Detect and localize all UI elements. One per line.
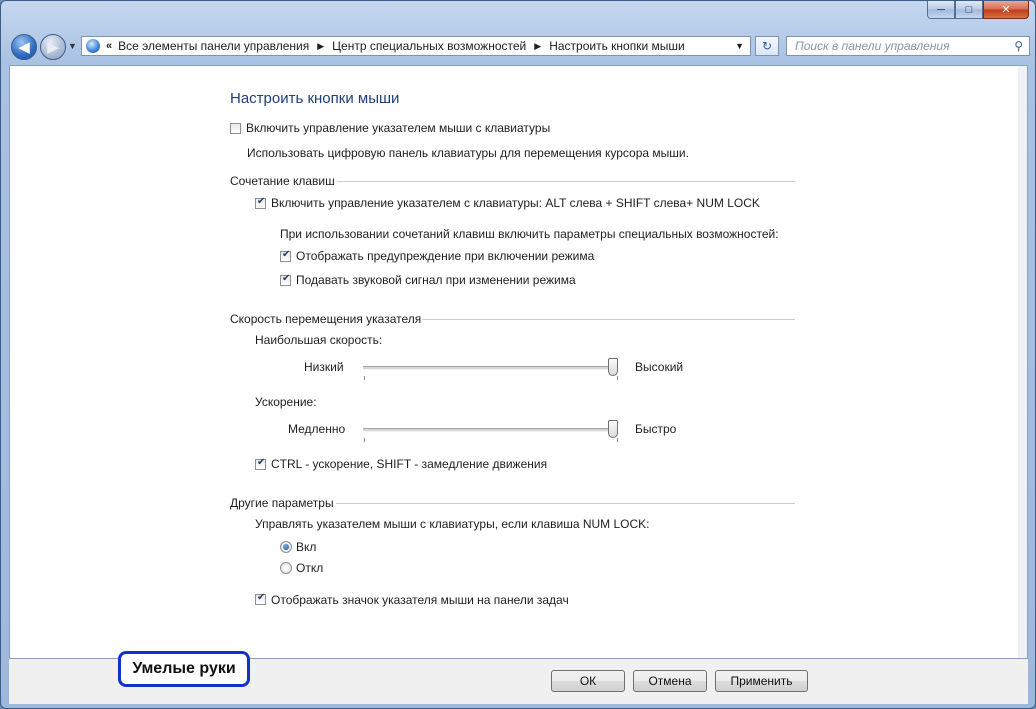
top-speed-min-label: Низкий: [304, 360, 344, 374]
numlock-off-radio[interactable]: [280, 562, 292, 574]
top-speed-max-label: Высокий: [635, 360, 684, 374]
numlock-on-label[interactable]: Вкл: [296, 540, 316, 554]
search-icon[interactable]: ⚲: [1014, 39, 1023, 53]
breadcrumb-all-items[interactable]: Все элементы панели управления: [118, 39, 309, 53]
slider-tick: [364, 376, 365, 380]
shortcut-options-subheading: При использовании сочетаний клавиш включ…: [280, 227, 779, 241]
caption-buttons: ─ □ ✕: [927, 1, 1029, 19]
recent-pages-dropdown[interactable]: ▼: [68, 41, 77, 51]
play-sound-checkbox[interactable]: [280, 273, 291, 286]
breadcrumb-ease-of-access[interactable]: Центр специальных возможностей: [332, 39, 526, 53]
show-tray-icon-label[interactable]: Отображать значок указателя мыши на пане…: [271, 593, 569, 607]
enable-mousekeys-checkbox[interactable]: [230, 123, 241, 134]
numlock-on-radio[interactable]: [280, 541, 292, 553]
search-input[interactable]: Поиск в панели управления ⚲: [786, 36, 1030, 56]
enable-shortcut-checkbox[interactable]: [255, 196, 266, 209]
slider-tick: [364, 438, 365, 442]
show-warning-checkbox[interactable]: [280, 249, 291, 262]
watermark-badge: Умелые руки: [118, 651, 250, 687]
acceleration-max-label: Быстро: [635, 422, 677, 436]
enable-shortcut-label[interactable]: Включить управление указателем с клавиат…: [271, 196, 760, 210]
group-divider: [336, 503, 795, 504]
minimize-button[interactable]: ─: [927, 1, 955, 19]
refresh-button[interactable]: ↻: [755, 36, 779, 56]
numlock-off-label[interactable]: Откл: [296, 561, 323, 575]
acceleration-label: Ускорение:: [255, 395, 317, 409]
top-speed-label: Наибольшая скорость:: [255, 333, 383, 347]
breadcrumb-overflow[interactable]: «: [106, 40, 112, 52]
play-sound-label[interactable]: Подавать звуковой сигнал при изменении р…: [296, 273, 576, 287]
group-divider: [422, 319, 795, 320]
shortcut-group-heading: Сочетание клавиш: [230, 174, 335, 188]
slider-tick: [617, 376, 618, 380]
cancel-button[interactable]: Отмена: [633, 670, 707, 692]
acceleration-min-label: Медленно: [288, 422, 346, 436]
other-group-heading: Другие параметры: [230, 496, 334, 510]
back-arrow-icon: ◀: [18, 39, 30, 56]
breadcrumb-separator-icon[interactable]: ▶: [534, 41, 541, 52]
search-placeholder: Поиск в панели управления: [795, 39, 950, 53]
acceleration-slider[interactable]: [363, 428, 618, 432]
show-warning-label[interactable]: Отображать предупреждение при включении …: [296, 249, 594, 263]
navigation-bar: ◀ ▶ ▼ « Все элементы панели управления ▶…: [9, 33, 1030, 61]
address-dropdown-icon[interactable]: ▼: [735, 41, 744, 51]
acceleration-slider-thumb[interactable]: [607, 420, 618, 438]
ctrl-shift-checkbox[interactable]: [255, 457, 266, 470]
top-speed-slider-thumb[interactable]: [607, 358, 618, 376]
maximize-button[interactable]: □: [955, 1, 983, 19]
ok-button[interactable]: ОК: [551, 670, 625, 692]
control-panel-window: ─ □ ✕ ◀ ▶ ▼ « Все элементы панели управл…: [0, 0, 1036, 709]
show-tray-icon-checkbox[interactable]: [255, 592, 266, 605]
forward-button[interactable]: ▶: [40, 34, 66, 60]
scrollbar[interactable]: [1018, 66, 1027, 658]
breadcrumb-mouse-keys[interactable]: Настроить кнопки мыши: [549, 39, 685, 53]
speed-group-heading: Скорость перемещения указателя: [230, 312, 422, 326]
group-divider: [337, 181, 795, 182]
refresh-icon: ↻: [761, 39, 773, 53]
enable-mousekeys-label[interactable]: Включить управление указателем мыши с кл…: [246, 121, 550, 135]
settings-content: Настроить кнопки мыши Включить управлени…: [9, 65, 1028, 659]
forward-arrow-icon: ▶: [47, 39, 59, 56]
enable-mousekeys-description: Использовать цифровую панель клавиатуры …: [247, 146, 689, 160]
breadcrumb-separator-icon[interactable]: ▶: [317, 41, 324, 52]
page-title: Настроить кнопки мыши: [230, 90, 400, 107]
numlock-label: Управлять указателем мыши с клавиатуры, …: [255, 517, 650, 531]
back-button[interactable]: ◀: [11, 34, 37, 60]
close-button[interactable]: ✕: [983, 1, 1029, 19]
slider-tick: [617, 438, 618, 442]
top-speed-slider[interactable]: [363, 366, 618, 370]
address-bar[interactable]: « Все элементы панели управления ▶ Центр…: [81, 36, 751, 56]
control-panel-icon: [86, 39, 100, 53]
ctrl-shift-label[interactable]: CTRL - ускорение, SHIFT - замедление дви…: [271, 457, 547, 471]
apply-button[interactable]: Применить: [715, 670, 808, 692]
